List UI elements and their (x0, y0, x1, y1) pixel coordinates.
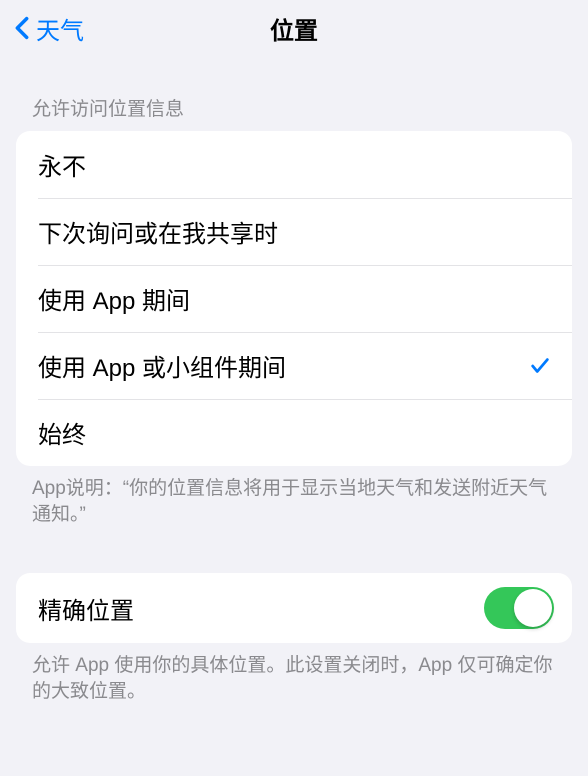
location-access-options-group: 永不 下次询问或在我共享时 使用 App 期间 使用 App 或小组件期间 始终 (16, 131, 572, 466)
option-never[interactable]: 永不 (16, 131, 572, 198)
option-label: 下次询问或在我共享时 (38, 214, 278, 249)
option-always[interactable]: 始终 (16, 399, 572, 466)
chevron-left-icon (12, 14, 32, 42)
section-spacer (0, 527, 588, 573)
toggle-knob (514, 589, 552, 627)
precise-location-label: 精确位置 (38, 591, 134, 626)
back-label: 天气 (36, 11, 84, 46)
section-header-location-access: 允许访问位置信息 (0, 56, 588, 131)
section-footer-app-explanation: App说明：“你的位置信息将用于显示当地天气和发送附近天气通知。” (0, 466, 588, 527)
option-label: 始终 (38, 415, 86, 450)
option-label: 使用 App 期间 (38, 281, 190, 316)
option-ask-next-time[interactable]: 下次询问或在我共享时 (16, 198, 572, 265)
section-footer-precise-location: 允许 App 使用你的具体位置。此设置关闭时，App 仅可确定你的大致位置。 (0, 643, 588, 704)
option-label: 永不 (38, 147, 86, 182)
option-while-using-app[interactable]: 使用 App 期间 (16, 265, 572, 332)
option-label: 使用 App 或小组件期间 (38, 348, 286, 383)
precise-location-row[interactable]: 精确位置 (16, 573, 572, 643)
checkmark-icon (528, 354, 552, 378)
navigation-bar: 天气 位置 (0, 0, 588, 56)
option-while-using-app-or-widgets[interactable]: 使用 App 或小组件期间 (16, 332, 572, 399)
page-title: 位置 (270, 11, 318, 46)
precise-location-group: 精确位置 (16, 573, 572, 643)
back-button[interactable]: 天气 (8, 7, 88, 50)
precise-location-toggle[interactable] (484, 587, 554, 629)
